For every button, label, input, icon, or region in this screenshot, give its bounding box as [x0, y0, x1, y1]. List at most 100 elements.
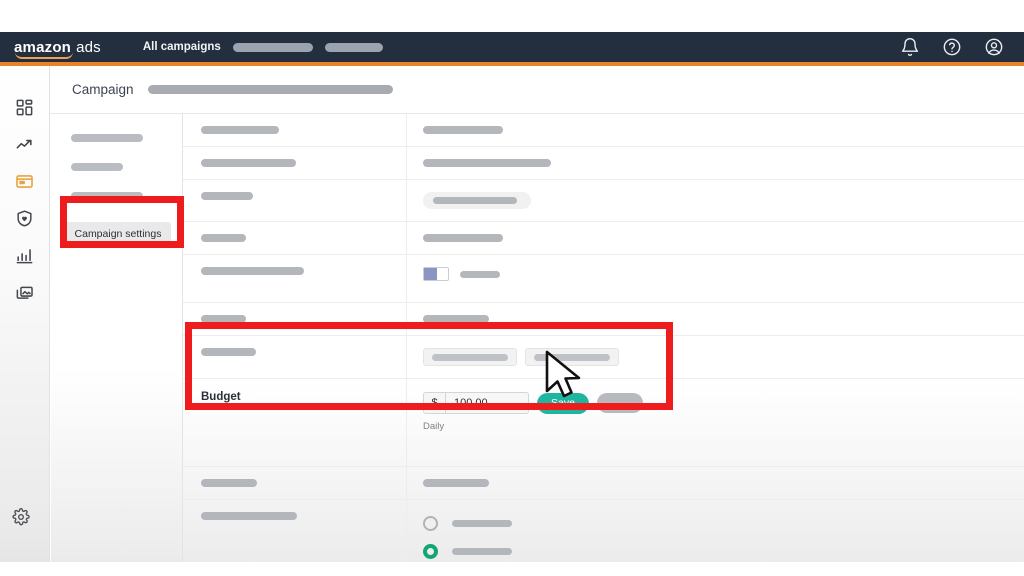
redacted-value: [423, 315, 489, 323]
redacted-toggle-label: [460, 270, 500, 278]
rail-item-analytics[interactable]: [10, 129, 40, 159]
budget-input-group: $ 100.00 Save: [423, 392, 1024, 414]
breadcrumb: Campaign: [50, 66, 1024, 114]
bar-chart-icon: [15, 246, 34, 265]
sidebar-item-label: Campaign settings: [74, 228, 162, 240]
redacted-value: [423, 126, 503, 134]
row-label-cell: [183, 303, 407, 335]
row-label-cell: [183, 147, 407, 179]
amazon-ads-logo[interactable]: amazon ads: [14, 38, 101, 59]
row-value-cell: [407, 303, 1024, 335]
header-redacted-bar-2: [324, 42, 383, 52]
breadcrumb-redacted-bar: [147, 85, 393, 94]
settings-row: [183, 222, 1024, 255]
row-value-cell: [407, 336, 1024, 378]
row-value-cell: [407, 180, 1024, 221]
shield-heart-icon: [15, 209, 34, 228]
bottom-white-strip: [0, 562, 1024, 576]
budget-amount-value: 100.00: [446, 393, 528, 413]
redacted-radio-label: [452, 520, 512, 527]
subnav-redacted-item-3[interactable]: [71, 192, 143, 200]
settings-row: [183, 114, 1024, 147]
global-header: amazon ads All campaigns: [0, 32, 1024, 62]
subnav-redacted-item-2[interactable]: [71, 163, 123, 171]
budget-label: Budget: [201, 391, 241, 403]
radio-button-unselected[interactable]: [423, 516, 438, 531]
redacted-label: [201, 192, 253, 200]
feature-toggle-switch[interactable]: [423, 267, 449, 281]
campaign-card-icon: [15, 172, 34, 191]
row-label-cell: [183, 255, 407, 302]
row-value-cell: [407, 255, 1024, 293]
redacted-label: [201, 512, 297, 520]
account-circle-icon[interactable]: [984, 37, 1004, 57]
rail-item-dashboard[interactable]: [10, 92, 40, 122]
radio-option-selected[interactable]: [423, 544, 1024, 559]
bell-icon[interactable]: [900, 37, 920, 57]
budget-value-cell: $ 100.00 Save Daily: [407, 379, 1024, 444]
budget-row: Budget $ 100.00 Save Daily: [183, 379, 1024, 467]
help-circle-icon[interactable]: [942, 37, 962, 57]
redacted-button-1[interactable]: [423, 348, 517, 366]
row-value-cell: [407, 467, 1024, 499]
secondary-nav: Campaign settings: [51, 114, 183, 576]
redacted-pill-field[interactable]: [423, 192, 531, 209]
rail-item-campaigns[interactable]: [10, 166, 40, 196]
redacted-label: [201, 267, 304, 275]
budget-frequency-label: Daily: [423, 421, 445, 432]
radio-button-selected[interactable]: [423, 544, 438, 559]
toggle-row: [423, 267, 1024, 281]
brand-ads: ads: [76, 38, 101, 56]
settings-content: Budget $ 100.00 Save Daily: [183, 114, 1024, 576]
row-value-cell: [407, 222, 1024, 254]
rail-item-brand-safety[interactable]: [10, 203, 40, 233]
redacted-label: [201, 126, 279, 134]
rail-item-reports[interactable]: [10, 240, 40, 270]
primary-icon-rail: [0, 66, 50, 576]
app-screen: amazon ads All campaigns Campaign Campai…: [0, 0, 1024, 576]
budget-label-cell: Budget: [183, 379, 407, 466]
redacted-value: [433, 197, 517, 204]
row-value-cell: [407, 114, 1024, 146]
header-redacted-bar-1: [232, 42, 313, 52]
redacted-label: [201, 234, 246, 242]
amazon-smile-icon: [15, 52, 73, 59]
redacted-label: [201, 479, 257, 487]
analytics-trending-icon: [15, 135, 34, 154]
row-label-cell: [183, 114, 407, 146]
redacted-label: [201, 348, 256, 356]
sidebar-item-campaign-settings[interactable]: Campaign settings: [65, 222, 171, 246]
settings-row-buttons: [183, 336, 1024, 379]
media-library-icon: [15, 283, 34, 302]
radio-option[interactable]: [423, 516, 1024, 531]
dashboard-icon: [15, 98, 34, 117]
row-value-cell: [407, 147, 1024, 179]
redacted-value: [423, 159, 551, 167]
row-label-cell: [183, 467, 407, 499]
cancel-button[interactable]: [597, 393, 643, 413]
currency-symbol: $: [424, 393, 446, 413]
redacted-value: [423, 234, 503, 242]
redacted-label: [201, 159, 296, 167]
redacted-radio-label: [452, 548, 512, 555]
subnav-redacted-item-1[interactable]: [71, 134, 143, 142]
settings-row: [183, 303, 1024, 336]
redacted-button-row: [423, 348, 1024, 366]
settings-row-toggle: [183, 255, 1024, 303]
all-campaigns-label[interactable]: All campaigns: [143, 41, 221, 53]
rail-item-creatives[interactable]: [10, 277, 40, 307]
page-title: Campaign: [72, 82, 134, 97]
rail-item-settings[interactable]: [11, 508, 38, 534]
row-label-cell: [183, 222, 407, 254]
settings-row: [183, 467, 1024, 500]
header-icon-group: [900, 32, 1014, 62]
budget-amount-input[interactable]: $ 100.00: [423, 392, 529, 414]
settings-row: [183, 180, 1024, 222]
redacted-label: [201, 315, 246, 323]
gear-icon: [11, 508, 38, 526]
redacted-value: [423, 479, 489, 487]
mouse-cursor: [543, 349, 587, 401]
redacted-button-label: [432, 353, 508, 361]
row-label-cell: [183, 180, 407, 221]
settings-row: [183, 147, 1024, 180]
